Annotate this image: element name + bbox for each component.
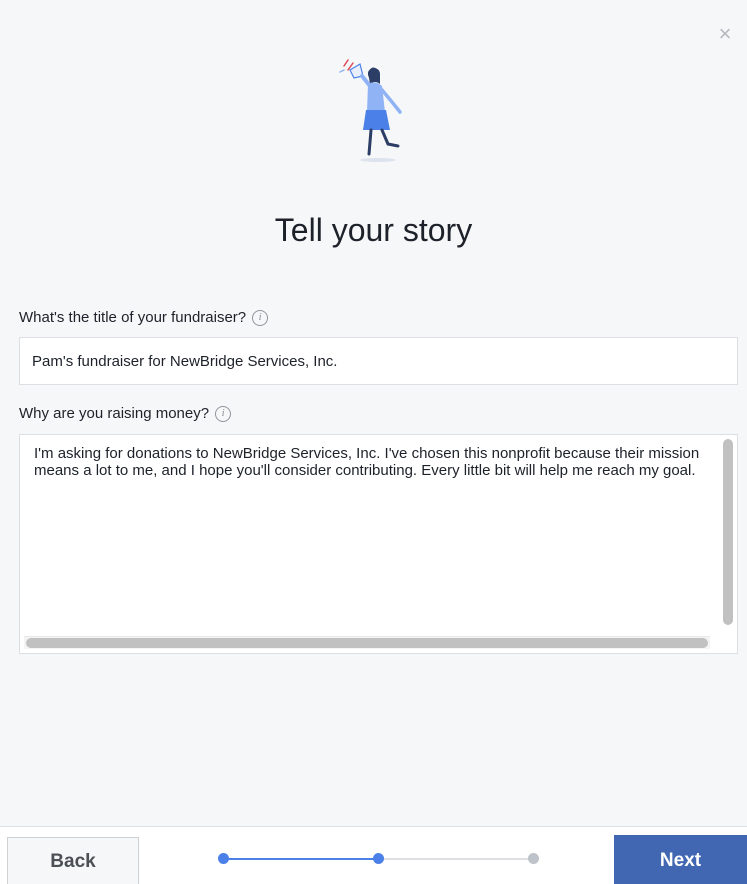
- story-textarea[interactable]: I'm asking for donations to NewBridge Se…: [20, 435, 717, 631]
- step-dot: [528, 853, 539, 864]
- close-icon[interactable]: ×: [715, 23, 735, 45]
- story-label-text: Why are you raising money?: [19, 405, 210, 422]
- page-title: Tell your story: [274, 212, 473, 248]
- horizontal-scrollbar-thumb[interactable]: [26, 638, 708, 648]
- person-with-megaphone-illustration: [339, 59, 402, 162]
- step-dot: [373, 853, 384, 864]
- step-connector: [379, 858, 535, 860]
- horizontal-scrollbar[interactable]: [24, 636, 710, 649]
- info-icon[interactable]: i: [252, 309, 269, 326]
- next-button[interactable]: Next: [614, 835, 747, 884]
- vertical-scrollbar-thumb[interactable]: [723, 439, 733, 625]
- progress-stepper: [218, 853, 540, 865]
- title-label-text: What's the title of your fundraiser?: [19, 309, 247, 326]
- fundraiser-dialog: × Tell your story What's the title of yo…: [0, 0, 747, 884]
- info-icon[interactable]: i: [215, 405, 232, 422]
- back-button[interactable]: Back: [7, 837, 139, 884]
- story-field-label: Why are you raising money? i: [19, 405, 232, 422]
- vertical-scrollbar[interactable]: [723, 439, 733, 625]
- story-textarea-container: I'm asking for donations to NewBridge Se…: [19, 434, 738, 654]
- fundraiser-title-input[interactable]: [19, 337, 738, 385]
- step-connector: [223, 858, 379, 860]
- title-field-label: What's the title of your fundraiser? i: [19, 309, 269, 326]
- step-dot: [218, 853, 229, 864]
- dialog-footer: Back Next: [0, 826, 747, 884]
